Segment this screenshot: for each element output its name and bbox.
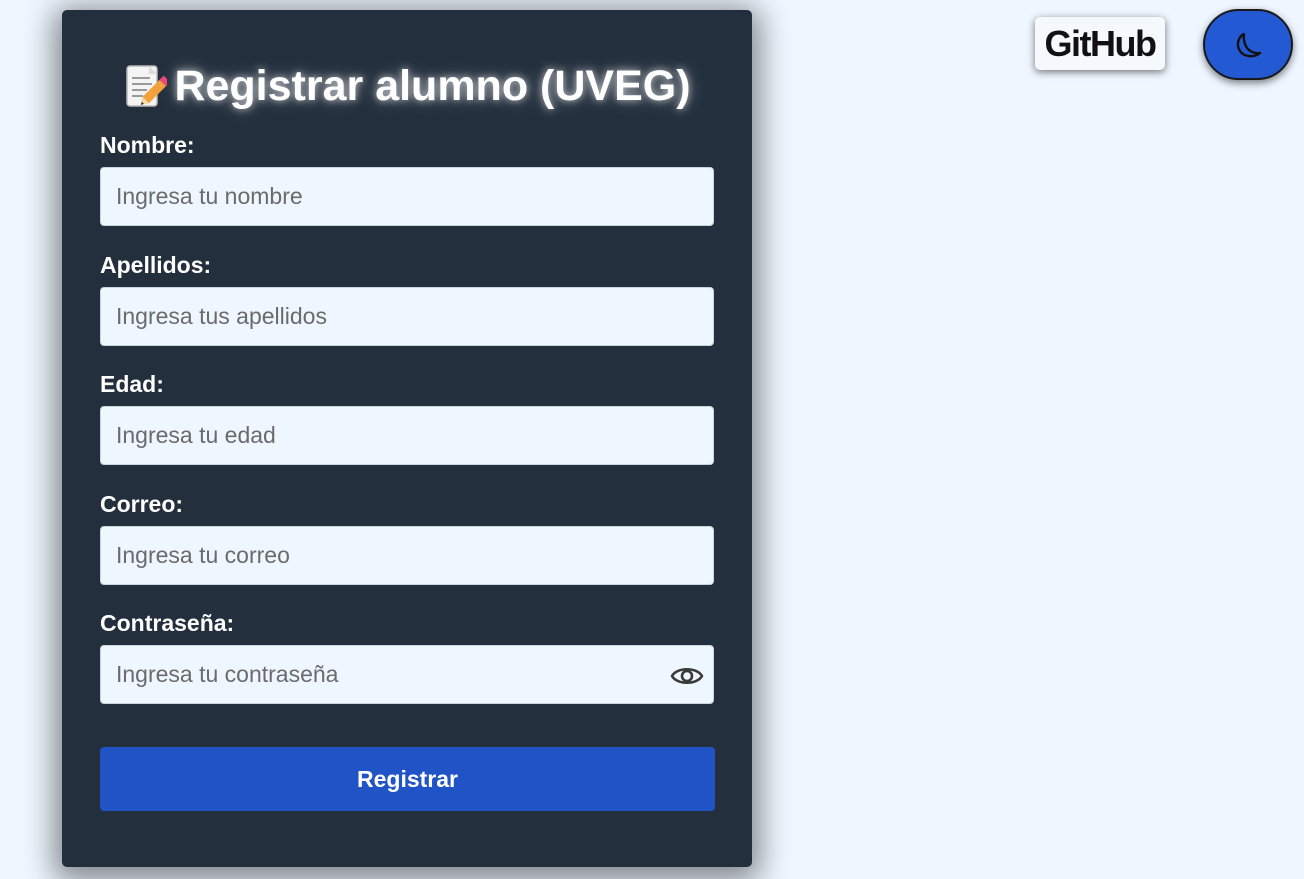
apellidos-input[interactable]	[100, 287, 714, 346]
github-link[interactable]: GitHub	[1035, 17, 1165, 70]
eye-icon	[670, 667, 704, 685]
contrasena-label: Contraseña:	[100, 610, 235, 636]
edad-label: Edad:	[100, 371, 164, 397]
show-password-toggle[interactable]	[667, 660, 707, 692]
registration-card: Registrar alumno (UVEG) Nombre: Apellido…	[62, 10, 752, 867]
apellidos-label: Apellidos:	[100, 252, 212, 278]
form-title-text: Registrar alumno (UVEG)	[174, 62, 691, 110]
correo-input[interactable]	[100, 526, 714, 585]
contrasena-input[interactable]	[100, 645, 714, 704]
theme-toggle-button[interactable]	[1203, 9, 1293, 80]
form-title: Registrar alumno (UVEG)	[62, 62, 752, 111]
register-button[interactable]: Registrar	[100, 747, 715, 811]
nombre-input[interactable]	[100, 167, 714, 226]
nombre-label: Nombre:	[100, 132, 195, 158]
correo-label: Correo:	[100, 491, 184, 517]
edad-input[interactable]	[100, 406, 714, 465]
moon-icon	[1236, 32, 1262, 57]
memo-icon	[123, 64, 171, 110]
